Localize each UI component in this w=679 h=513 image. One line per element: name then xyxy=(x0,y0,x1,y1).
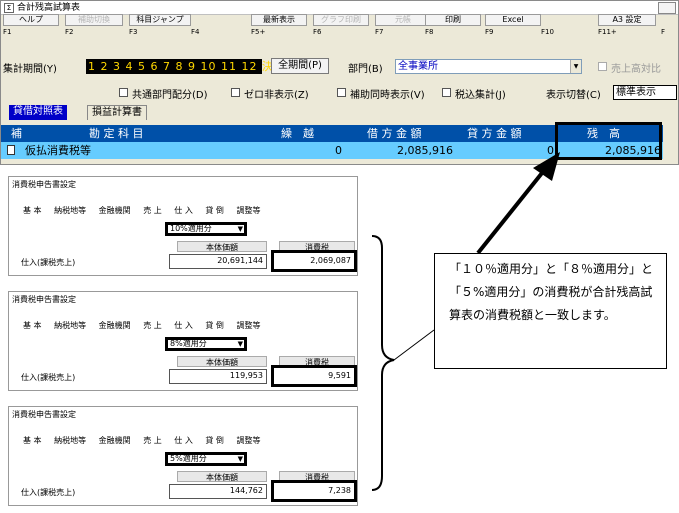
explanation-callout: 「１０％適用分」と「８％適用分」と「５%適用分」の消費税が合計残高試算表の消費税… xyxy=(434,253,667,369)
brace-shape xyxy=(371,235,395,491)
pointer-arrow-line xyxy=(476,166,548,255)
callout-connector xyxy=(393,329,435,361)
